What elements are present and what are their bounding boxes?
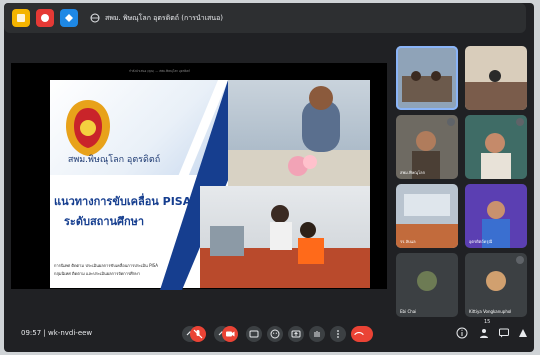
mic-off-icon: [447, 118, 455, 126]
slide-title-line2: ระดับสถานศึกษา: [64, 215, 145, 228]
app-tile-icon[interactable]: [60, 9, 78, 27]
tab-title-text: สพม. พิษณุโลก อุตรดิตถ์ (การนำเสนอ): [105, 13, 224, 22]
captions-icon[interactable]: [246, 326, 262, 342]
globe-icon: [90, 13, 100, 23]
app-tile-icon[interactable]: [12, 9, 30, 27]
participant-tile[interactable]: [465, 115, 527, 179]
app-tile-icon[interactable]: [36, 9, 54, 27]
presentation-caption: กำลังนำเสนอ (คุณ) — สพม.พิษณุโลก อุตรดิต…: [129, 69, 191, 73]
participant-tile[interactable]: [396, 46, 458, 110]
info-icon[interactable]: [456, 327, 468, 339]
participant-name: รร.ลับแล: [400, 239, 416, 244]
mic-off-icon[interactable]: [190, 326, 206, 342]
slide-subtitle-line1: การนิเทศ ติดตาม ประเมินผลการขับเคลื่อนกา…: [54, 263, 159, 268]
raise-hand-icon[interactable]: [309, 326, 325, 342]
participant-name: สพม.พิษณุโลก: [400, 170, 425, 175]
avatar: [486, 271, 506, 291]
separator: |: [43, 329, 46, 337]
browser-toolbar: สพม. พิษณุโลก อุตรดิตถ์ (การนำเสนอ): [4, 3, 526, 33]
tab-title[interactable]: สพม. พิษณุโลก อุตรดิตถ์ (การนำเสนอ): [90, 9, 223, 27]
more-icon[interactable]: [330, 326, 346, 342]
participant-tile[interactable]: Kittiya Vongkanuphol: [465, 253, 527, 317]
participant-tile[interactable]: สพม.พิษณุโลก: [396, 115, 458, 179]
ministry-emblem: [66, 100, 110, 156]
slide-org-name: สพม.พิษณุโลก อุตรดิตถ์: [67, 155, 161, 165]
activities-icon[interactable]: [517, 327, 529, 339]
meeting-time: 09:57: [21, 329, 42, 337]
chat-icon[interactable]: [498, 327, 510, 339]
people-icon[interactable]: [478, 327, 490, 339]
slide-title-line1: แนวทางการขับเคลื่อน PISA: [54, 195, 192, 208]
meeting-time-and-code: 09:57 | wk-nvdi-eew: [21, 329, 92, 337]
meeting-code: wk-nvdi-eew: [48, 329, 93, 337]
meeting-control-bar: 09:57 | wk-nvdi-eew 15: [4, 316, 534, 352]
avatar: [417, 271, 437, 291]
mic-off-icon: [516, 118, 524, 126]
slide-subtitle-line2: กลุ่มนิเทศ ติดตาม และประเมินผลการจัดการศ…: [54, 271, 140, 276]
participant-tile[interactable]: รร.ลับแล: [396, 184, 458, 248]
participant-tile[interactable]: อุตรดิตถ์ดรุณี: [465, 184, 527, 248]
participant-tile[interactable]: Ebi Chai: [396, 253, 458, 317]
present-icon[interactable]: [288, 326, 304, 342]
leave-call-icon[interactable]: [351, 326, 373, 342]
participant-tile[interactable]: [465, 46, 527, 110]
mic-off-icon: [516, 256, 524, 264]
slide-photo-students: [200, 186, 370, 288]
people-count-badge: 15: [484, 319, 491, 325]
camera-off-icon[interactable]: [222, 326, 238, 342]
slide-photo-speaker: [228, 80, 370, 186]
participant-name: Kittiya Vongkanuphol: [469, 309, 512, 314]
emoji-icon[interactable]: [267, 326, 283, 342]
participant-name: Ebi Chai: [400, 309, 417, 314]
participant-name: อุตรดิตถ์ดรุณี: [469, 239, 493, 244]
